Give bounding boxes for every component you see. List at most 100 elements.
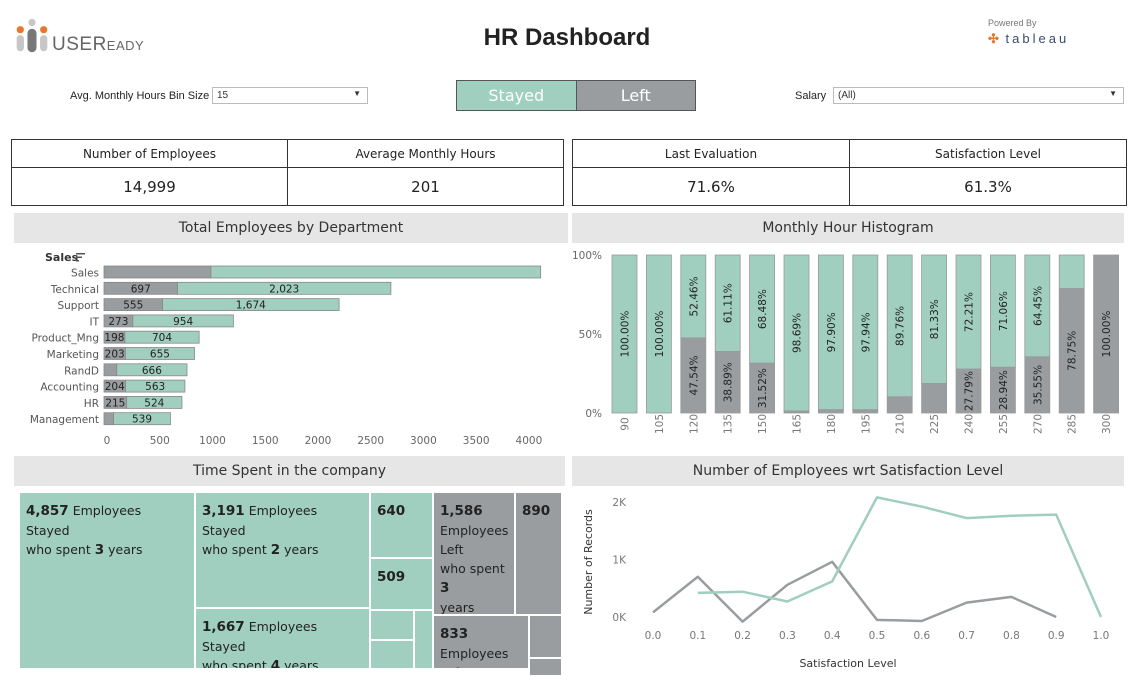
bar-stayed-label: 704 bbox=[152, 332, 172, 344]
dept-category-label: Management bbox=[30, 414, 99, 426]
y-tick-label: 50% bbox=[579, 329, 602, 341]
x-tick-label: 135 bbox=[723, 414, 735, 434]
hist-stayed-label: 72.21% bbox=[964, 292, 976, 332]
hist-left-segment bbox=[852, 409, 879, 414]
x-tick-label: 0.9 bbox=[1048, 630, 1065, 642]
stayed-left-toggle[interactable]: Stayed Left bbox=[456, 80, 696, 111]
chevron-down-icon: ▼ bbox=[353, 89, 361, 98]
sort-icon[interactable] bbox=[76, 253, 85, 262]
treemap-cell[interactable]: 3,191 Employees Stayed who spent 2 years bbox=[195, 492, 370, 608]
bar-left-label: 555 bbox=[123, 300, 143, 312]
dept-bar-chart: Sales Sales Technical 697 2,023 Support 555 1,… bbox=[30, 251, 542, 447]
x-tick-label: 165 bbox=[792, 414, 804, 434]
kpi-label: Number of Employees bbox=[12, 140, 287, 168]
hist-left-label: 35.55% bbox=[1032, 365, 1044, 405]
tenure-treemap: 4,857 Employees Stayed who spent 3 years… bbox=[19, 492, 562, 676]
hist-left-segment bbox=[886, 396, 913, 414]
bin-size-dropdown[interactable]: 15 ▼ bbox=[212, 87, 368, 104]
y-tick-label: 1K bbox=[612, 555, 627, 567]
y-axis-label: Number of Records bbox=[582, 509, 595, 615]
bar-stayed-label: 2,023 bbox=[269, 283, 299, 295]
dept-category-label: Sales bbox=[71, 268, 99, 280]
kpi-group-left: Number of Employees 14,999 Average Month… bbox=[11, 139, 564, 206]
x-tick-label: 2000 bbox=[305, 435, 332, 447]
monthly-hours-histogram: 0% 50% 100% 100.00% 90 100.00% 105 52.46% 47.54… bbox=[572, 250, 1119, 434]
x-tick-label: 90 bbox=[620, 417, 632, 430]
useready-logo-icon bbox=[16, 18, 48, 53]
bar-left-segment bbox=[103, 265, 212, 279]
treemap-cell[interactable]: 1,667 Employees Stayed who spent 4 years bbox=[195, 608, 370, 669]
hist-stayed-label: 97.94% bbox=[860, 312, 872, 352]
x-tick-label: 1000 bbox=[199, 435, 226, 447]
bar-stayed-label: 524 bbox=[144, 397, 164, 409]
x-tick-label: 2500 bbox=[357, 435, 384, 447]
hist-stayed-label: 64.45% bbox=[1032, 286, 1044, 326]
kpi-group-right: Last Evaluation 71.6% Satisfaction Level… bbox=[572, 139, 1127, 206]
kpi-value: 201 bbox=[411, 177, 440, 196]
hist-left-label: 28.94% bbox=[998, 370, 1010, 410]
x-tick-label: 105 bbox=[654, 414, 666, 434]
dept-category-label: Accounting bbox=[40, 382, 99, 394]
bar-stayed-label: 1,674 bbox=[236, 300, 266, 312]
satisfaction-line-chart: Number of Records Satisfaction Level 0K 1… bbox=[582, 496, 1110, 670]
hist-stayed-label: 89.76% bbox=[895, 306, 907, 346]
x-tick-label: 1.0 bbox=[1093, 630, 1110, 642]
kpi-employees: Number of Employees 14,999 bbox=[12, 140, 287, 205]
x-tick-label: 255 bbox=[998, 414, 1010, 434]
hist-stayed-label: 97.90% bbox=[826, 312, 838, 352]
hist-stayed-label: 100.00% bbox=[620, 311, 632, 358]
salary-dropdown[interactable]: (All) ▼ bbox=[833, 87, 1124, 104]
x-tick-label: 210 bbox=[895, 414, 907, 434]
satisfaction-panel-title: Number of Employees wrt Satisfaction Lev… bbox=[572, 456, 1124, 486]
x-tick-label: 0.2 bbox=[734, 630, 751, 642]
hist-left-segment bbox=[783, 410, 810, 414]
bar-stayed-label: 666 bbox=[142, 365, 162, 377]
bar-left-label: 697 bbox=[131, 283, 151, 295]
treemap-cell[interactable]: 509 bbox=[370, 558, 433, 610]
hist-left-label: 78.75% bbox=[1067, 331, 1079, 371]
bar-left-label: 204 bbox=[105, 381, 125, 393]
hist-panel-title: Monthly Hour Histogram bbox=[572, 213, 1124, 243]
treemap-cell[interactable] bbox=[414, 610, 433, 669]
bar-stayed-segment bbox=[210, 265, 542, 279]
dept-category-label: HR bbox=[84, 398, 99, 410]
bar-left-label: 273 bbox=[108, 316, 128, 328]
treemap-cell[interactable] bbox=[529, 658, 562, 676]
toggle-stayed-button[interactable]: Stayed bbox=[457, 81, 577, 110]
treemap-cell[interactable] bbox=[529, 615, 562, 658]
bin-size-label: Avg. Monthly Hours Bin Size bbox=[70, 90, 210, 102]
salary-value: (All) bbox=[838, 90, 856, 101]
treemap-cell[interactable] bbox=[370, 610, 414, 640]
x-tick-label: 0.1 bbox=[689, 630, 706, 642]
treemap-cell[interactable]: 833 Employees Left bbox=[433, 615, 529, 669]
kpi-last-evaluation: Last Evaluation 71.6% bbox=[573, 140, 849, 205]
dept-category-label: IT bbox=[89, 316, 99, 328]
x-tick-label: 0.7 bbox=[958, 630, 975, 642]
treemap-cell[interactable]: 640 bbox=[370, 492, 433, 558]
bar-stayed-label: 563 bbox=[145, 381, 165, 393]
bar-left-segment bbox=[103, 363, 118, 377]
hist-left-label: 38.89% bbox=[723, 362, 735, 402]
hist-stayed-label: 52.46% bbox=[688, 276, 700, 316]
hist-stayed-label: 98.69% bbox=[792, 313, 804, 353]
x-tick-label: 120 bbox=[688, 414, 700, 434]
hist-stayed-segment bbox=[1058, 254, 1085, 289]
y-tick-label: 0K bbox=[612, 612, 627, 624]
sort-label: Sales bbox=[45, 251, 79, 264]
y-tick-label: 100% bbox=[572, 250, 602, 262]
kpi-label: Last Evaluation bbox=[573, 140, 849, 168]
toggle-left-button[interactable]: Left bbox=[576, 81, 695, 110]
treemap-cell[interactable]: 1,586 Employees Left who spent 3 years bbox=[433, 492, 515, 615]
treemap-cell[interactable] bbox=[370, 640, 414, 669]
kpi-value: 14,999 bbox=[123, 177, 176, 196]
dept-category-label: RandD bbox=[64, 365, 99, 377]
hist-left-label: 31.52% bbox=[757, 368, 769, 408]
treemap-cell[interactable]: 890 bbox=[515, 492, 562, 615]
x-tick-label: 300 bbox=[1101, 414, 1113, 434]
x-tick-label: 150 bbox=[757, 414, 769, 434]
treemap-cell[interactable]: 4,857 Employees Stayed who spent 3 years bbox=[19, 492, 195, 669]
y-tick-label: 0% bbox=[585, 408, 602, 420]
x-tick-label: 0.4 bbox=[824, 630, 841, 642]
x-tick-label: 195 bbox=[860, 414, 872, 434]
page-title: HR Dashboard bbox=[483, 24, 651, 51]
